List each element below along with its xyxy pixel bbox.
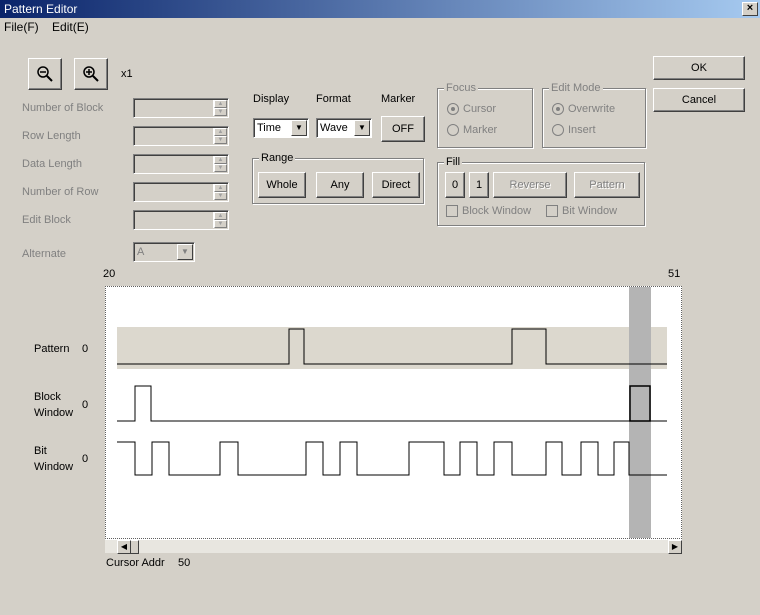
menu-file[interactable]: File(F)	[4, 20, 39, 34]
scroll-right-icon: ▶	[671, 542, 679, 551]
range-whole-button[interactable]: Whole	[258, 172, 306, 198]
data-length-label: Data Length	[22, 158, 82, 170]
zoom-level: x1	[121, 68, 133, 80]
display-value: Time	[257, 122, 282, 134]
edit-block-spinner[interactable]: ▲ ▼	[133, 210, 229, 230]
range-group-label: Range	[259, 152, 296, 164]
fill-group-label: Fill	[444, 156, 463, 168]
focus-group-label: Focus	[444, 82, 478, 94]
zoom-in-icon	[83, 66, 99, 82]
dropdown-arrow-icon: ▼	[177, 244, 193, 260]
display-select[interactable]: Time ▼	[253, 118, 309, 138]
alternate-select[interactable]: A ▼	[133, 242, 195, 262]
scroll-thumb[interactable]	[131, 540, 139, 554]
format-select[interactable]: Wave ▼	[316, 118, 372, 138]
edit-mode-insert-label: Insert	[568, 124, 596, 136]
radio-icon	[447, 124, 459, 136]
cursor-addr-value: 50	[178, 557, 191, 569]
waveform-svg	[117, 287, 667, 538]
number-of-row-spinner[interactable]: ▲ ▼	[133, 182, 229, 202]
fill-pattern-button[interactable]: Pattern	[574, 172, 640, 198]
fill-one-button[interactable]: 1	[469, 172, 489, 198]
scroll-right-button[interactable]: ▶	[668, 540, 682, 554]
bit-window-checkbox[interactable]: Bit Window	[546, 205, 617, 217]
dropdown-arrow-icon: ▼	[291, 120, 307, 136]
data-length-spinner[interactable]: ▲ ▼	[133, 154, 229, 174]
alternate-label: Alternate	[22, 248, 67, 260]
marker-label: Marker	[381, 93, 416, 105]
horizontal-scrollbar[interactable]: ◀ ▶	[105, 539, 682, 554]
row-length-label: Row Length	[22, 130, 81, 142]
focus-marker-label: Marker	[463, 124, 498, 136]
focus-cursor-label: Cursor	[463, 103, 497, 115]
range-any-button[interactable]: Any	[316, 172, 364, 198]
title-bar: Pattern Editor	[0, 0, 760, 18]
format-label: Format	[316, 93, 351, 105]
display-label: Display	[253, 93, 290, 105]
radio-checked-icon	[552, 103, 564, 115]
alternate-value: A	[137, 246, 145, 258]
format-value: Wave	[320, 122, 348, 134]
edit-mode-group: Edit Mode	[542, 82, 646, 148]
axis-end-label: 51	[668, 268, 681, 280]
focus-group: Focus	[437, 82, 533, 148]
number-of-block-label: Number of Block	[22, 102, 104, 114]
bit-window-label: Bit Window	[562, 205, 618, 217]
fill-zero-button[interactable]: 0	[445, 172, 465, 198]
block-window-signal-value: 0	[82, 399, 89, 411]
bit-window-signal-value: 0	[82, 453, 89, 465]
block-window-checkbox[interactable]: Block Window	[446, 205, 531, 217]
range-direct-button[interactable]: Direct	[372, 172, 420, 198]
menu-edit[interactable]: Edit(E)	[52, 20, 89, 34]
bit-window-waveform	[117, 441, 667, 476]
cursor-addr-label: Cursor Addr	[106, 557, 165, 569]
zoom-out-button[interactable]	[28, 58, 62, 90]
pattern-signal-value: 0	[82, 343, 89, 355]
number-of-row-label: Number of Row	[22, 186, 99, 198]
fill-reverse-button[interactable]: Reverse	[493, 172, 567, 198]
ok-button[interactable]: OK	[653, 56, 745, 80]
pattern-signal-label: Pattern	[34, 343, 70, 355]
block-window-label: Block Window	[462, 205, 532, 217]
edit-block-label: Edit Block	[22, 214, 71, 226]
cursor-band	[629, 287, 651, 538]
number-of-block-spinner[interactable]: ▲ ▼	[133, 98, 229, 118]
zoom-in-button[interactable]	[74, 58, 108, 90]
dropdown-arrow-icon: ▼	[354, 120, 370, 136]
focus-cursor-radio[interactable]: Cursor	[447, 103, 496, 115]
radio-icon	[552, 124, 564, 136]
bit-window-signal-label: Bit Window	[34, 445, 74, 473]
marker-button[interactable]: OFF	[381, 116, 425, 142]
block-window-waveform	[117, 385, 667, 422]
cancel-button[interactable]: Cancel	[653, 88, 745, 112]
checkbox-icon	[446, 205, 458, 217]
row-length-spinner[interactable]: ▲ ▼	[133, 126, 229, 146]
waveform-canvas[interactable]	[105, 286, 682, 539]
block-window-signal-label: Block Window	[34, 391, 74, 419]
scroll-left-button[interactable]: ◀	[117, 540, 131, 554]
zoom-out-icon	[37, 66, 53, 82]
close-button[interactable]: ×	[742, 2, 758, 16]
menu-bar: File(F) Edit(E)	[4, 18, 99, 36]
checkbox-icon	[546, 205, 558, 217]
edit-mode-group-label: Edit Mode	[549, 82, 603, 94]
edit-mode-overwrite-label: Overwrite	[568, 103, 616, 115]
scroll-left-icon: ◀	[120, 542, 128, 551]
edit-mode-overwrite-radio[interactable]: Overwrite	[552, 103, 615, 115]
pattern-band	[117, 327, 667, 369]
focus-marker-radio[interactable]: Marker	[447, 124, 497, 136]
edit-mode-insert-radio[interactable]: Insert	[552, 124, 596, 136]
radio-checked-icon	[447, 103, 459, 115]
axis-start-label: 20	[103, 268, 116, 280]
window-title: Pattern Editor	[4, 2, 78, 16]
